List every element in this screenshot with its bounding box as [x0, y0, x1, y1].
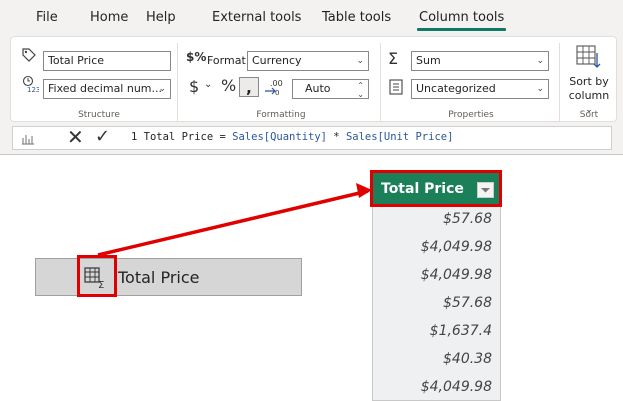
table-cell: $57.68 [443, 211, 492, 227]
header-highlight-box [370, 170, 502, 207]
table-cell: $1,637.4 [429, 323, 492, 339]
table-cell: $4,049.98 [420, 267, 492, 283]
table-cell: $4,049.98 [420, 379, 492, 395]
table-cell: $57.68 [443, 295, 492, 311]
table-cell: $4,049.98 [420, 239, 492, 255]
table-cell: $40.38 [443, 351, 492, 367]
callout-arrow [97, 183, 372, 257]
